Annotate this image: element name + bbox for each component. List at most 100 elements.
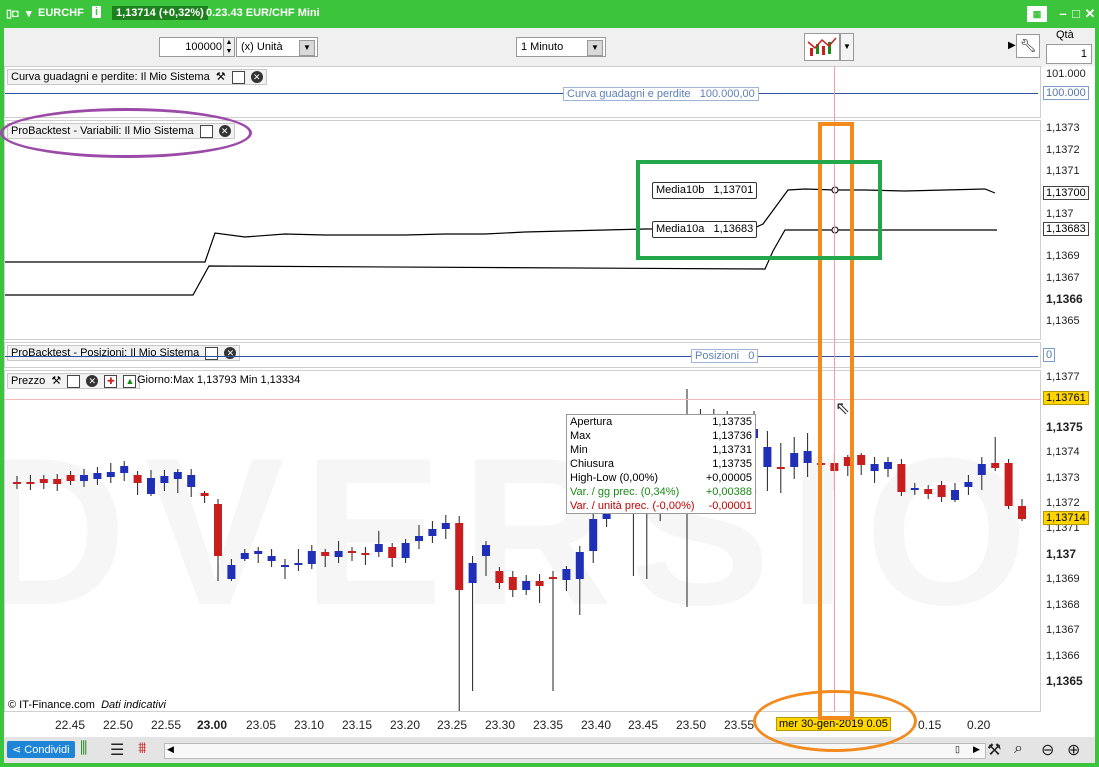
price-axis-tick: 1,1374: [1046, 446, 1080, 458]
media10a-axis-tag: 1,13683: [1043, 222, 1089, 236]
candle: [562, 566, 571, 591]
wrench-icon[interactable]: ⚒: [51, 375, 61, 387]
candle: [294, 549, 303, 571]
variables-axis-tick: 1,1365: [1046, 315, 1080, 327]
share-icon: ⋖: [12, 744, 22, 756]
unit-select[interactable]: (x) Unità ▼: [236, 37, 318, 57]
positions-label: Posizioni 0: [691, 349, 759, 363]
day-range: Giorno:Max 1,13793 Min 1,13334: [137, 374, 301, 386]
price-panel-title-text: Prezzo: [11, 375, 46, 387]
scroll-thumb[interactable]: ▯: [955, 744, 960, 755]
chevron-right-icon[interactable]: ▶: [1008, 40, 1016, 51]
interval-select[interactable]: 1 Minuto ▼: [516, 37, 606, 57]
tooltip-label: Var. / gg prec. (0,34%): [570, 486, 680, 498]
window-icon[interactable]: [67, 374, 81, 388]
time-axis-label: 23.55: [724, 718, 755, 732]
qty-label: Qtà: [1056, 29, 1074, 41]
equity-label-text: Curva guadagni e perdite: [567, 88, 691, 100]
candle: [173, 469, 182, 493]
candle: [428, 521, 437, 543]
candle: [348, 547, 356, 561]
tooltip-label: High-Low (0,00%): [570, 472, 659, 484]
candle: [401, 539, 410, 563]
window-icon[interactable]: [205, 346, 219, 360]
chevron-down-icon[interactable]: ▼: [587, 40, 603, 56]
zoom-in-icon[interactable]: ⊕: [1067, 740, 1080, 760]
candle: [441, 515, 450, 539]
indicator-chart-icon: [807, 37, 837, 56]
buy-icon[interactable]: ▲: [123, 374, 137, 388]
cursor-tool-icon[interactable]: ⚒: [987, 740, 1001, 760]
candle: [13, 476, 21, 489]
price-panel-title: Prezzo ⚒ ✕ ✚ ▲: [7, 373, 141, 389]
close-button[interactable]: ✕: [1082, 6, 1098, 22]
tooltip-label: Apertura: [570, 416, 613, 428]
bars-icon[interactable]: ⩩: [138, 740, 147, 758]
price-chart: [13, 389, 1026, 711]
time-axis-label: 22.45: [55, 718, 86, 732]
wrench-icon[interactable]: ⚒: [216, 71, 226, 83]
candle: [495, 567, 504, 589]
candle: [776, 443, 785, 493]
tooltip-label: Max: [570, 430, 591, 442]
candle: [455, 516, 464, 711]
equity-line-label: Curva guadagni e perdite 100.000,00: [563, 87, 759, 101]
equity-label-value: 100.000,00: [699, 88, 755, 100]
price-axis-tick: 1,1372: [1046, 497, 1080, 509]
info-icon[interactable]: i: [92, 6, 102, 18]
tooltip-value: +0,00005: [705, 472, 752, 484]
positions-label-value: 0: [748, 350, 755, 362]
indicators-button[interactable]: [804, 33, 840, 61]
quantity-input[interactable]: 100000: [159, 37, 227, 57]
list-icon[interactable]: ☰: [110, 740, 124, 760]
zoom-area-icon[interactable]: ⌕: [1014, 740, 1023, 758]
candle: [307, 545, 316, 569]
positions-panel: ProBacktest - Posizioni: Il Mio Sistema …: [4, 342, 1041, 368]
candle: [267, 549, 276, 567]
wrench-icon[interactable]: 🔧︎: [1016, 34, 1040, 58]
window-icon[interactable]: [231, 70, 245, 84]
variables-axis-tick: 1,1372: [1046, 144, 1080, 156]
scroll-left-icon[interactable]: ◀: [167, 744, 174, 755]
tooltip-row: High-Low (0,00%) +0,00005: [567, 471, 755, 485]
candle: [870, 457, 879, 483]
candles-icon[interactable]: ⫼: [80, 740, 87, 758]
candle: [374, 531, 383, 557]
keyboard-icon[interactable]: ▦: [1027, 6, 1047, 22]
variables-axis-tick: 1,1366: [1046, 292, 1083, 306]
price-axis-tick: 1,1377: [1046, 371, 1080, 383]
interval-select-value: 1 Minuto: [521, 41, 564, 53]
variables-axis: 1,1373 1,1372 1,1371 1,137 1,1369 1,1367…: [1042, 120, 1095, 340]
candle: [281, 559, 289, 579]
quantity-stepper[interactable]: ▲ ▼: [223, 37, 235, 57]
tooltip-value: 1,13735: [712, 416, 752, 428]
indicators-dropdown[interactable]: ▼: [840, 33, 854, 61]
candle: [575, 546, 584, 615]
candle: [508, 571, 517, 597]
price-axis-tick: 1,137: [1046, 547, 1077, 561]
candle: [39, 475, 48, 489]
time-axis-label: 22.50: [103, 718, 134, 732]
instrument-name[interactable]: EURCHF: [38, 7, 84, 19]
candle: [549, 571, 557, 691]
scroll-right-icon[interactable]: ▶: [973, 744, 980, 755]
close-icon[interactable]: ✕: [86, 375, 99, 388]
candle: [214, 499, 222, 581]
time-axis-label: 23.15: [342, 718, 373, 732]
qty-input[interactable]: 1: [1046, 44, 1092, 64]
close-icon[interactable]: ✕: [250, 71, 263, 84]
candle: [1018, 499, 1026, 521]
chevron-down-icon[interactable]: ▾: [26, 7, 32, 20]
tooltip-value: 1,13736: [712, 430, 752, 442]
close-icon[interactable]: ✕: [224, 347, 237, 360]
candle: [26, 475, 35, 490]
candle: [66, 471, 75, 485]
candle: [187, 469, 196, 497]
chevron-down-icon[interactable]: ▼: [299, 40, 315, 56]
sell-icon[interactable]: ✚: [104, 374, 118, 388]
share-button[interactable]: ⋖ Condividi: [7, 741, 75, 758]
candle: [80, 469, 88, 487]
equity-axis-tick: 101.000: [1046, 68, 1086, 80]
zoom-out-icon[interactable]: ⊖: [1041, 740, 1054, 760]
candle: [53, 474, 62, 491]
